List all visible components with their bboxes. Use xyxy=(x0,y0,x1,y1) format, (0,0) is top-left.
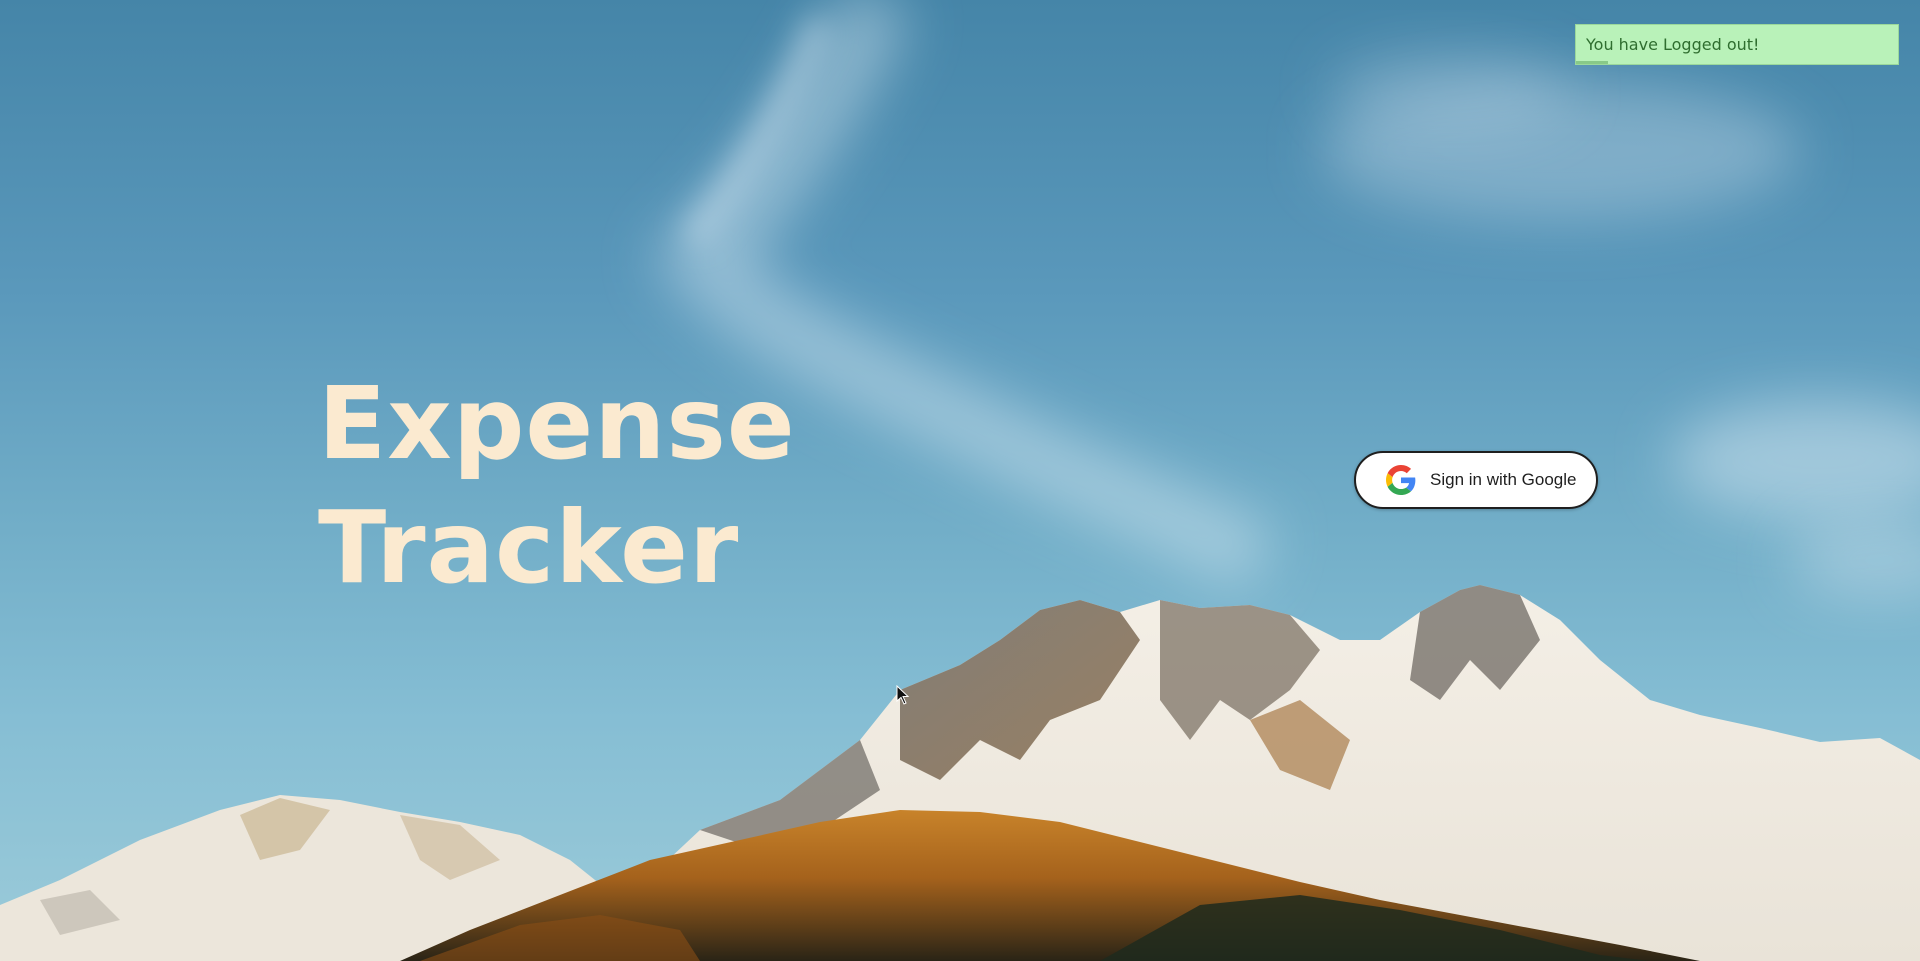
google-signin-button[interactable]: Sign in with Google xyxy=(1354,451,1598,509)
google-signin-label: Sign in with Google xyxy=(1430,470,1577,489)
app-title-line2: Tracker xyxy=(318,489,740,606)
app-title-line1: Expense xyxy=(318,365,796,482)
app-title: Expense Tracker xyxy=(318,362,796,610)
mouse-cursor-icon xyxy=(896,685,910,705)
toast-progress-bar xyxy=(1576,61,1609,64)
toast-message: You have Logged out! xyxy=(1586,35,1760,54)
google-g-icon xyxy=(1386,465,1416,495)
logout-toast[interactable]: You have Logged out! xyxy=(1575,24,1899,65)
mountain-landscape xyxy=(0,585,1920,961)
landing-page: Expense Tracker Sign in with Google You … xyxy=(0,0,1920,961)
